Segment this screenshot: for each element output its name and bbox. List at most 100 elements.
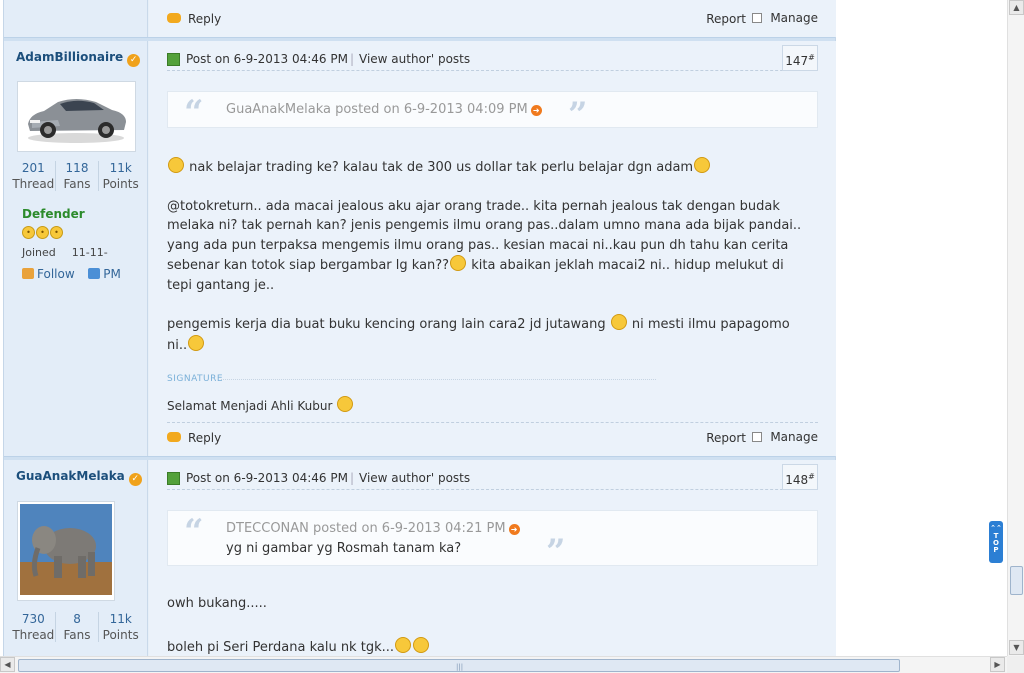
post-paragraph: owh bukang..... <box>167 596 267 611</box>
rank-face-icon: • <box>36 226 49 239</box>
smiley-icon <box>450 255 467 271</box>
pm-link[interactable]: PM <box>103 267 121 281</box>
reply-link[interactable]: Reply <box>188 12 221 26</box>
avatar[interactable] <box>17 81 136 152</box>
post-icon <box>167 53 180 66</box>
vertical-scrollbar[interactable]: ▲ ▼ <box>1007 0 1024 656</box>
post-paragraph: nak belajar trading ke? kalau tak de 300… <box>167 157 807 178</box>
smiley-icon <box>610 314 627 330</box>
quote-block: “ DTECCONAN posted on 6-9-2013 04:21 PM ➜… <box>167 510 818 572</box>
user-rank: Defender <box>22 207 85 221</box>
follow-link[interactable]: Follow <box>37 267 75 281</box>
stat-points[interactable]: 11k Points <box>99 612 142 642</box>
report-link[interactable]: Report <box>706 12 746 26</box>
scrollbar-corner <box>1007 656 1024 673</box>
quote-block: “ GuaAnakMelaka posted on 6-9-2013 04:09… <box>167 91 818 133</box>
author-stats: 730 Thread 8 Fans 11k Points <box>12 612 142 642</box>
goto-quote-icon[interactable]: ➜ <box>530 105 542 116</box>
stat-points[interactable]: 11k Points <box>99 161 142 191</box>
author-stats: 201 Thread 118 Fans 11k Points <box>12 161 142 191</box>
follow-icon[interactable] <box>22 268 34 279</box>
signature-label: SIGNATURE <box>167 374 224 384</box>
horizontal-scroll-thumb[interactable]: ||| <box>18 659 900 672</box>
manage-link[interactable]: Manage <box>770 430 818 444</box>
signature-divider <box>221 379 656 380</box>
author-name[interactable]: AdamBillionaire ✓ <box>16 50 141 67</box>
scroll-left-arrow-icon[interactable]: ◀ <box>0 657 15 672</box>
verified-badge-icon: ✓ <box>128 473 142 486</box>
scroll-up-arrow-icon[interactable]: ▲ <box>1009 0 1024 15</box>
open-quote-icon: “ <box>184 512 204 552</box>
post-body: nak belajar trading ke? kalau tak de 300… <box>167 157 807 355</box>
author-sidebar: GuaAnakMelaka ✓ 730 Thread 8 Fans 11k Po… <box>4 460 148 656</box>
scroll-right-arrow-icon[interactable]: ▶ <box>990 657 1005 672</box>
floor-number[interactable]: 148# <box>782 464 818 490</box>
author-sidebar-footer <box>4 422 148 456</box>
rank-face-icon: • <box>22 226 35 239</box>
stat-fans-value: 8 <box>73 612 81 626</box>
pm-icon[interactable] <box>88 268 101 279</box>
smiley-icon <box>413 636 429 653</box>
smiley-icon <box>188 334 205 351</box>
stat-threads-label: Thread <box>12 177 55 191</box>
forum-thread: Reply Report Manage AdamBillionaire ✓ 20… <box>3 0 836 656</box>
reply-icon[interactable] <box>167 432 181 442</box>
rank-face-icon: • <box>50 226 63 239</box>
stat-threads-value: 730 <box>21 612 45 626</box>
vertical-scroll-thumb[interactable] <box>1010 566 1023 595</box>
reply-link[interactable]: Reply <box>188 431 221 445</box>
page-viewport: Reply Report Manage AdamBillionaire ✓ 20… <box>0 0 1007 656</box>
post-content: Post on 6-9-2013 04:46 PM | View author'… <box>149 460 836 656</box>
manage-checkbox[interactable] <box>752 432 762 442</box>
joined-info: Joined 11-11- <box>22 246 108 259</box>
previous-post-main: Reply Report Manage <box>149 0 836 37</box>
divider: | <box>350 52 355 66</box>
stat-points-label: Points <box>102 177 139 191</box>
author-actions: Follow PM <box>22 267 121 281</box>
post-paragraph: pengemis kerja dia buat buku kencing ora… <box>167 314 807 355</box>
back-to-top-label: TOP <box>993 532 999 554</box>
post-footer: Reply Report Manage <box>167 4 818 28</box>
quote-header: GuaAnakMelaka posted on 6-9-2013 04:09 P… <box>226 102 542 117</box>
back-to-top-button[interactable]: ⌃⌃ TOP <box>989 521 1003 563</box>
quote-header: DTECCONAN posted on 6-9-2013 04:21 PM ➜ <box>226 521 520 536</box>
report-link[interactable]: Report <box>706 431 746 445</box>
stat-threads[interactable]: 730 Thread <box>12 612 56 642</box>
post-footer: Reply Report Manage <box>167 422 818 446</box>
goto-quote-icon[interactable]: ➜ <box>508 524 520 535</box>
horizontal-scrollbar[interactable]: ◀ ||| ▶ <box>0 656 1007 673</box>
stat-fans[interactable]: 8 Fans <box>56 612 100 642</box>
signature: Selamat Menjadi Ahli Kubur <box>167 396 354 413</box>
post-header: Post on 6-9-2013 04:46 PM | View author'… <box>167 460 818 490</box>
open-quote-icon: “ <box>184 93 204 133</box>
reply-icon[interactable] <box>167 13 181 23</box>
post-time: Post on 6-9-2013 04:46 PM <box>186 471 348 485</box>
post-paragraph: @totokreturn.. ada macai jealous aku aja… <box>167 198 802 293</box>
close-quote-icon: ” <box>568 95 588 135</box>
floor-number[interactable]: 147# <box>782 45 818 71</box>
view-author-posts-link[interactable]: View author' posts <box>359 471 470 485</box>
smiley-icon <box>168 157 184 173</box>
stat-fans[interactable]: 118 Fans <box>56 161 100 191</box>
avatar[interactable] <box>17 501 115 601</box>
stat-threads-value: 201 <box>21 161 45 175</box>
post-paragraph: boleh pi Seri Perdana kalu nk tgk... <box>167 636 807 657</box>
joined-label: Joined <box>22 246 56 259</box>
smiley-icon <box>694 157 711 173</box>
scroll-down-arrow-icon[interactable]: ▼ <box>1009 640 1024 655</box>
smiley-icon <box>395 636 411 653</box>
manage-link[interactable]: Manage <box>770 11 818 25</box>
stat-points-value: 11k <box>109 161 132 175</box>
manage-checkbox[interactable] <box>752 13 762 23</box>
stat-points-value: 11k <box>109 612 132 626</box>
post-content: Post on 6-9-2013 04:46 PM | View author'… <box>149 41 836 456</box>
stat-threads[interactable]: 201 Thread <box>12 161 56 191</box>
stat-points-label: Points <box>102 628 139 642</box>
stat-fans-value: 118 <box>65 161 89 175</box>
view-author-posts-link[interactable]: View author' posts <box>359 52 470 66</box>
smiley-icon <box>337 396 354 412</box>
author-name[interactable]: GuaAnakMelaka ✓ <box>16 469 142 486</box>
quote-text: yg ni gambar yg Rosmah tanam ka? <box>226 541 462 556</box>
author-sidebar: AdamBillionaire ✓ 201 Thread 118 Fans 11… <box>4 41 148 422</box>
close-quote-icon: ” <box>546 532 566 572</box>
